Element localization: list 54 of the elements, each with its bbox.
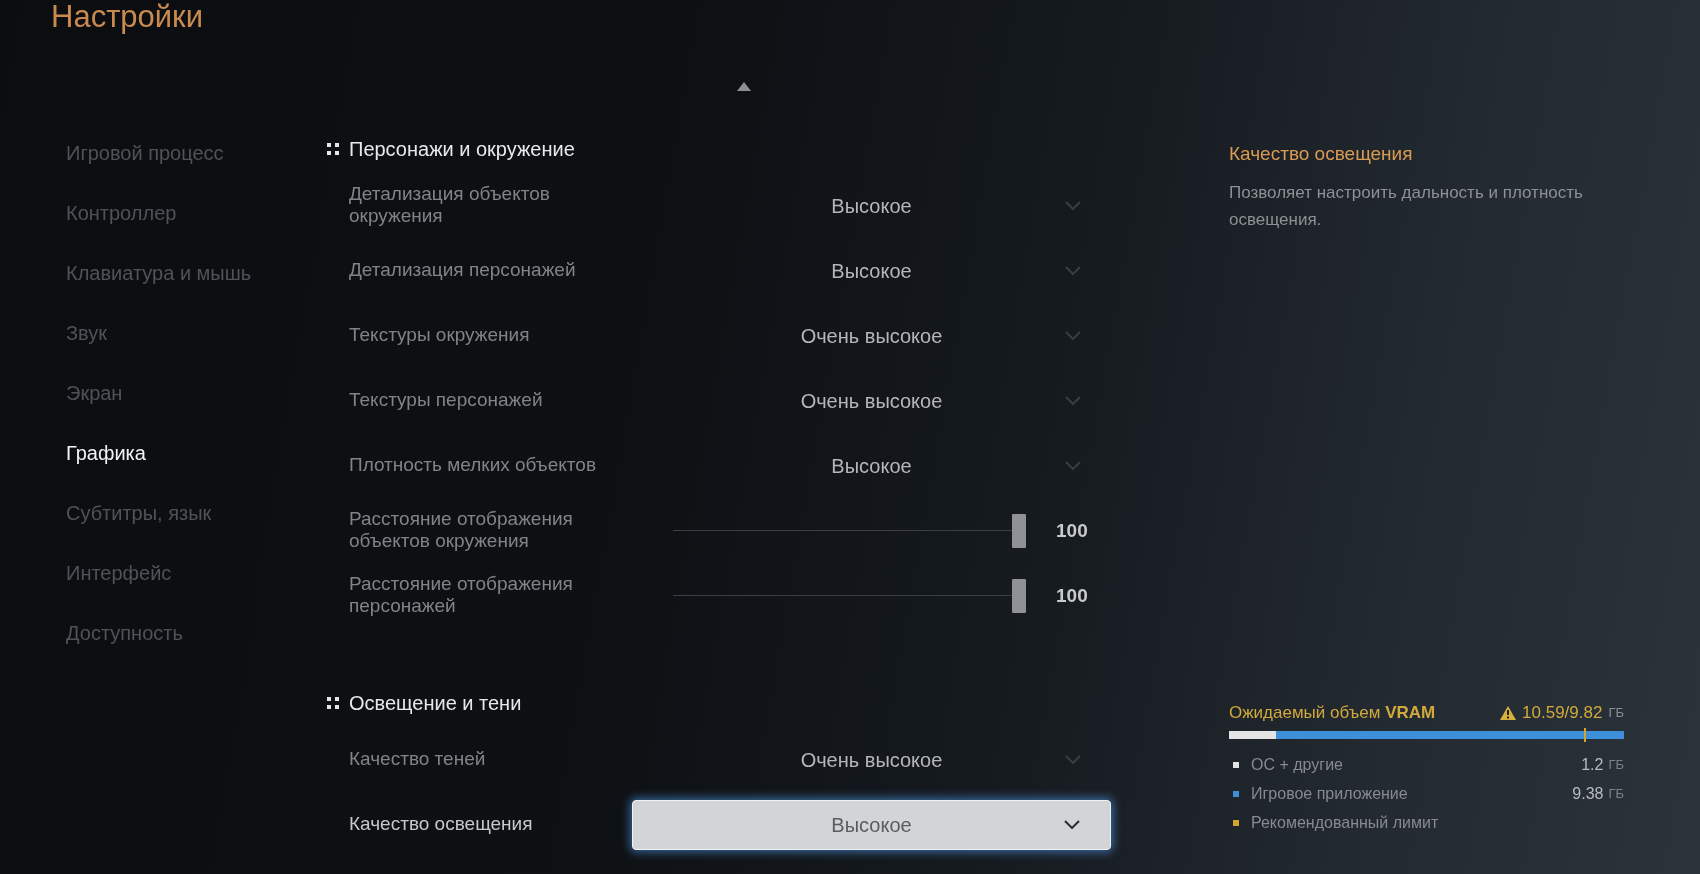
dropdown[interactable]: Высокое [632, 245, 1111, 296]
setting-label: Детализация персонажей [349, 258, 576, 281]
up-arrow-icon[interactable] [737, 82, 751, 91]
setting-label: Качество теней [349, 747, 486, 770]
setting-label: Текстуры окружения [349, 323, 530, 346]
description-text: Позволяет настроить дальность и плотность освещения. [1229, 182, 1584, 231]
setting-label: Плотность мелких объектов [349, 453, 596, 476]
description-title: Качество освещения [1229, 142, 1413, 166]
vram-title: Ожидаемый объем VRAM [1229, 702, 1436, 724]
setting-label: Текстуры персонажей [349, 388, 543, 411]
page-title: Настройки [51, 0, 203, 34]
slider-value: 100 [1056, 583, 1088, 608]
slider-thumb[interactable] [1012, 513, 1026, 548]
legend-label: Игровое приложение [1251, 783, 1408, 804]
slider-value: 100 [1056, 518, 1088, 543]
chevron-down-icon [1064, 820, 1080, 829]
chevron-down-icon [1065, 201, 1081, 210]
sidebar-item[interactable]: Интерфейс [66, 561, 172, 585]
sidebar-item[interactable]: Звук [66, 321, 107, 345]
section-title: Персонажи и окружение [349, 137, 575, 161]
section-title: Освещение и тени [349, 691, 522, 715]
dropdown[interactable]: Очень высокое [632, 375, 1111, 426]
legend-value: 9.38 [1572, 783, 1604, 804]
chevron-down-icon [1065, 755, 1081, 764]
dropdown[interactable]: Высокое [632, 799, 1111, 850]
legend-value: 1.2 [1581, 754, 1604, 775]
sidebar-item[interactable]: Клавиатура и мышь [66, 261, 252, 285]
chevron-down-icon [1065, 266, 1081, 275]
sidebar-item[interactable]: Субтитры, язык [66, 501, 212, 525]
legend-label: Рекомендованный лимит [1251, 812, 1439, 833]
dropdown[interactable]: Высокое [632, 180, 1111, 231]
sidebar-item[interactable]: Контроллер [66, 201, 177, 225]
chevron-down-icon [1065, 461, 1081, 470]
setting-label: Качество освещения [349, 812, 533, 835]
sidebar-item[interactable]: Графика [66, 441, 146, 465]
unit-label: ГБ [1608, 755, 1624, 774]
sidebar-item[interactable]: Доступность [66, 621, 183, 645]
dropdown[interactable]: Очень высокое [632, 734, 1111, 785]
unit-label: ГБ [1608, 704, 1624, 722]
setting-label: Детализация объектов окружения [349, 182, 551, 227]
sidebar-item[interactable]: Игровой процесс [66, 141, 224, 165]
dots-icon [327, 143, 339, 155]
chevron-down-icon [1065, 396, 1081, 405]
dropdown[interactable]: Очень высокое [632, 310, 1111, 361]
vram-total: 10.59/9.82 [1522, 702, 1603, 724]
dropdown[interactable]: Высокое [632, 440, 1111, 491]
setting-label: Расстояние отображения персонажей [349, 572, 574, 617]
sidebar-item[interactable]: Экран [66, 381, 123, 405]
dots-icon [327, 697, 339, 709]
unit-label: ГБ [1608, 784, 1624, 803]
setting-label: Расстояние отображения объектов окружения [349, 507, 574, 552]
slider-thumb[interactable] [1012, 578, 1026, 613]
chevron-down-icon [1065, 331, 1081, 340]
legend-label: ОС + другие [1251, 754, 1343, 775]
